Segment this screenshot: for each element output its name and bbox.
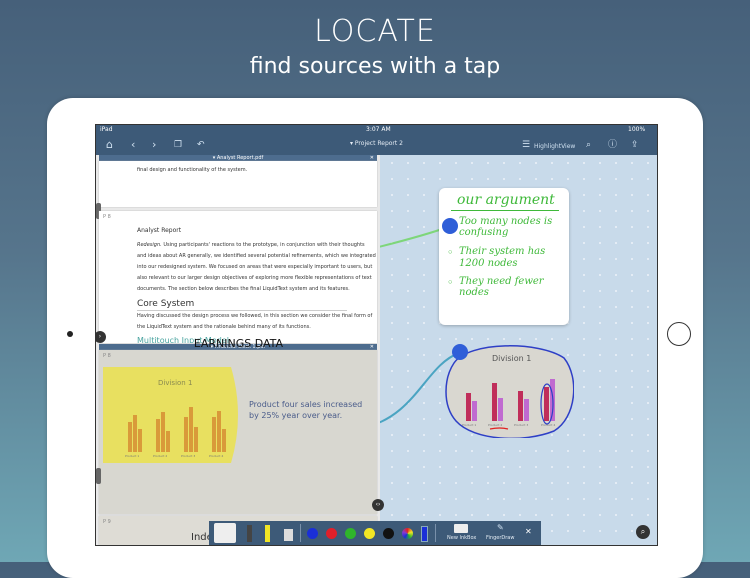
finger-draw-button[interactable]: FingerDraw — [486, 535, 514, 541]
tick-label: Product 4 — [209, 454, 223, 458]
tick-label: Product 2 — [153, 454, 167, 458]
note-title: our argument — [457, 192, 555, 208]
tool-preview-icon[interactable] — [214, 523, 236, 543]
chart-title: Division 1 — [492, 354, 531, 363]
new-inkbox-button[interactable]: New InkBox — [447, 535, 476, 541]
section-title: Core System — [137, 299, 195, 309]
color-swatch-yellow[interactable] — [364, 528, 375, 539]
page-label: P 8 — [103, 214, 111, 220]
color-picker-icon[interactable] — [402, 528, 413, 539]
tick-label: Product 4 — [541, 423, 555, 427]
link-node[interactable] — [442, 218, 458, 234]
camera-dot — [67, 331, 73, 337]
division-chart: Division 1 Product 1 Product 2 Product 3… — [103, 367, 238, 463]
note-card[interactable]: our argument Too many nodes is confusing… — [439, 188, 569, 325]
page-7: final design and functionality of the sy… — [99, 161, 377, 207]
stroke-width-icon[interactable] — [421, 526, 428, 542]
bullet-icon: ◦ — [447, 276, 454, 289]
slide-text: Product four sales increased by 25% year… — [249, 400, 363, 420]
close-icon[interactable]: ✕ — [525, 527, 532, 536]
bullet-icon: ◦ — [447, 246, 454, 259]
highlighter-icon[interactable] — [265, 525, 270, 542]
doc-heading: Analyst Report — [137, 227, 182, 234]
home-button[interactable] — [667, 322, 691, 346]
note-line: Their system has 1200 nodes — [459, 246, 546, 269]
color-swatch-blue[interactable] — [307, 528, 318, 539]
inkbox-icon[interactable] — [454, 524, 468, 533]
tick-label: Product 1 — [462, 423, 476, 427]
promo-headline: LOCATE — [314, 14, 436, 49]
color-swatch-red[interactable] — [326, 528, 337, 539]
color-swatch-black[interactable] — [383, 528, 394, 539]
ink-toolbar: New InkBox ✎ FingerDraw ✕ — [209, 521, 541, 545]
note-line: They need fewer nodes — [459, 276, 544, 298]
pen-icon[interactable] — [247, 525, 252, 542]
tick-label: Product 3 — [181, 454, 195, 458]
tick-label: Product 2 — [488, 423, 502, 427]
doc-paragraph: Redesign. Using participants' reactions … — [137, 242, 376, 292]
slide-title: EARNINGS DATA — [193, 337, 284, 350]
zoom-icon[interactable]: ⌕ — [636, 525, 650, 539]
eraser-icon[interactable] — [284, 529, 293, 541]
link-node[interactable] — [452, 344, 468, 360]
pane-handle[interactable] — [96, 468, 101, 484]
slide-content: EARNINGS DATA Division 1 Product 1 Produ… — [103, 323, 374, 484]
page-label: P 9 — [103, 519, 111, 525]
chart-title: Division 1 — [158, 379, 192, 387]
promo-subline: find sources with a tap — [249, 54, 501, 79]
page-text: final design and functionality of the sy… — [137, 167, 248, 173]
finger-draw-icon[interactable]: ✎ — [497, 523, 504, 532]
tick-label: Product 3 — [514, 423, 528, 427]
tick-label: Product 1 — [125, 454, 139, 458]
expand-icon[interactable]: ‹› — [372, 499, 384, 511]
note-line: Too many nodes is confusing — [459, 216, 553, 238]
color-swatch-green[interactable] — [345, 528, 356, 539]
app-screen: iPad 3:07 AM 100% ⌂ ‹ › ❐ ↶ ▾ Project Re… — [95, 124, 658, 546]
